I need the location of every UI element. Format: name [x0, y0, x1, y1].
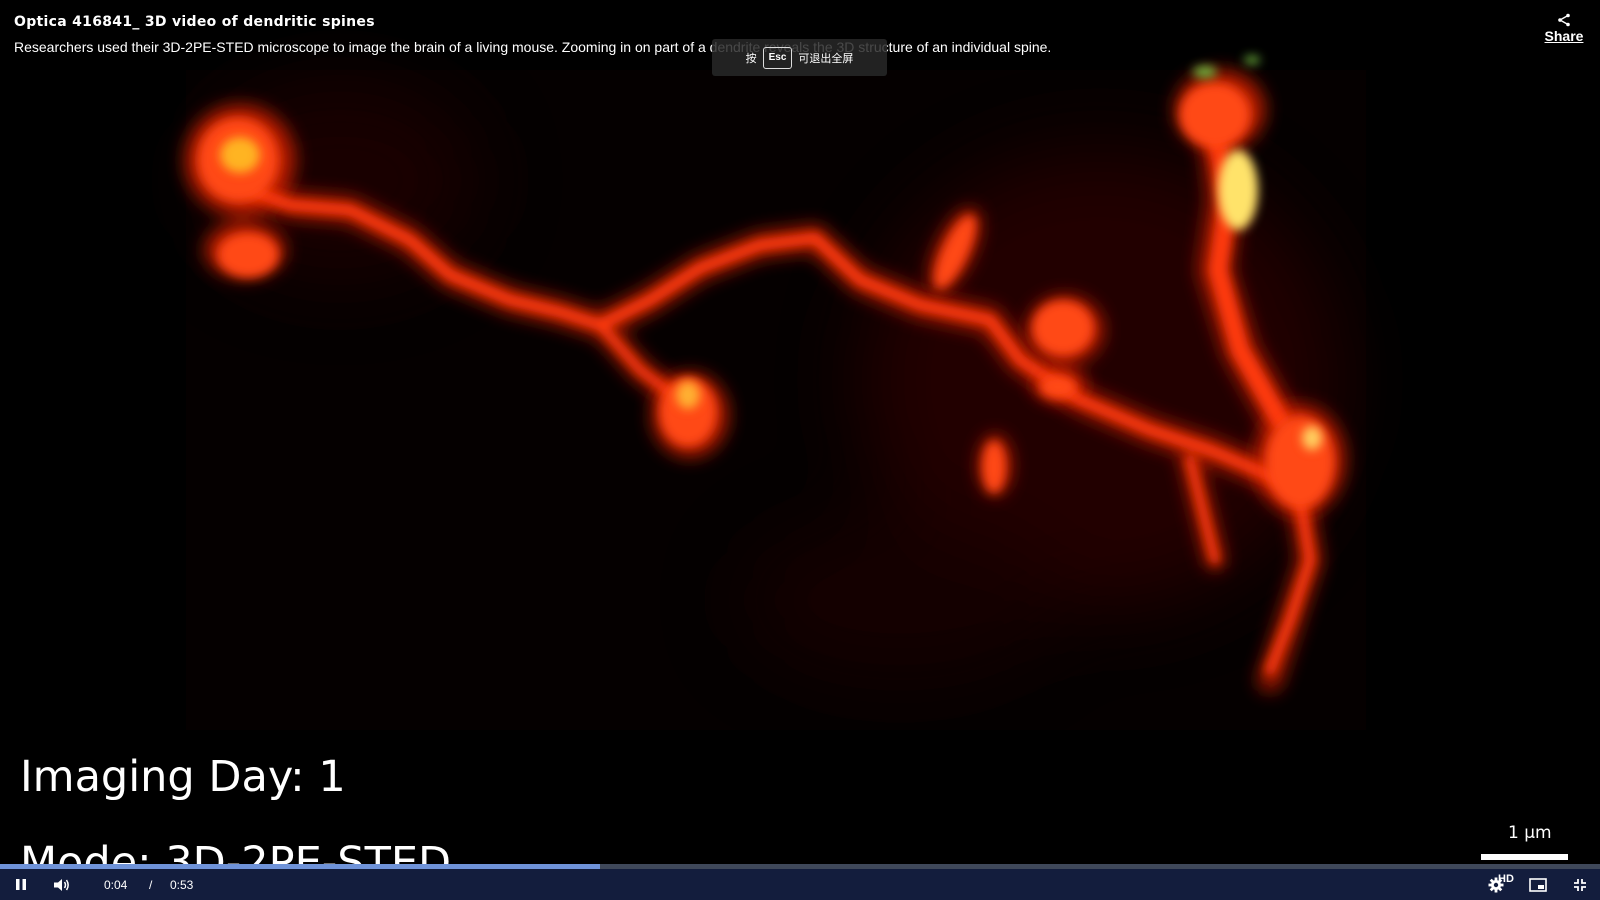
video-player[interactable]: Optica 416841_ 3D video of dendritic spi… — [0, 0, 1600, 900]
imaging-mode-label: Mode: 3D-2PE-STED — [20, 838, 452, 866]
current-time: 0:04 — [104, 878, 128, 892]
imaging-day-label: Imaging Day: 1 — [20, 752, 346, 802]
esc-key-badge: Esc — [762, 46, 793, 69]
share-button[interactable]: Share — [1542, 13, 1586, 46]
exit-fullscreen-icon — [1574, 878, 1586, 891]
toast-prefix: 按 — [745, 52, 757, 65]
total-duration: 0:53 — [170, 878, 194, 892]
volume-button[interactable] — [48, 869, 76, 900]
exit-fullscreen-button[interactable] — [1566, 869, 1594, 900]
share-label: Share — [1544, 28, 1584, 44]
video-title[interactable]: Optica 416841_ 3D video of dendritic spi… — [14, 14, 1494, 30]
miniplayer-icon — [1529, 877, 1547, 892]
miniplayer-button[interactable] — [1524, 869, 1552, 900]
pause-button[interactable] — [8, 869, 34, 900]
time-separator: / — [149, 878, 153, 892]
scale-bar-label: 1 µm — [1508, 823, 1552, 843]
volume-icon — [54, 878, 69, 891]
pause-icon — [16, 879, 26, 890]
scale-bar — [1481, 854, 1568, 860]
share-icon — [1558, 13, 1570, 27]
control-bar: 0:04 / 0:53 HD — [0, 869, 1600, 900]
hd-badge: HD — [1498, 873, 1514, 885]
exit-fullscreen-toast: 按 Esc 可退出全屏 — [712, 39, 887, 76]
toast-suffix: 可退出全屏 — [798, 52, 854, 65]
